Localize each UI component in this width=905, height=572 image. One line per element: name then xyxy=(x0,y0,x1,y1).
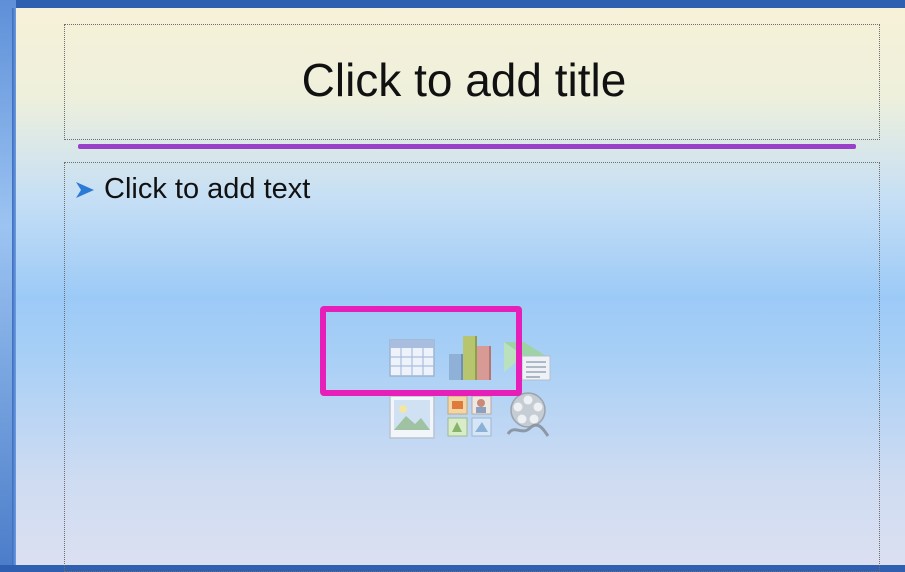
title-placeholder[interactable]: Click to add title xyxy=(64,24,880,140)
insert-picture-icon[interactable] xyxy=(388,394,436,440)
body-placeholder-text: Click to add text xyxy=(104,173,311,205)
bullet-arrow-icon xyxy=(76,181,94,198)
insert-media-clip-icon[interactable] xyxy=(502,390,552,440)
title-underline-rule xyxy=(78,144,856,149)
insert-clip-art-icon[interactable] xyxy=(446,394,494,438)
bullet-line: Click to add text xyxy=(74,173,310,206)
title-placeholder-text: Click to add title xyxy=(301,54,627,106)
highlight-annotation-box xyxy=(320,306,522,396)
